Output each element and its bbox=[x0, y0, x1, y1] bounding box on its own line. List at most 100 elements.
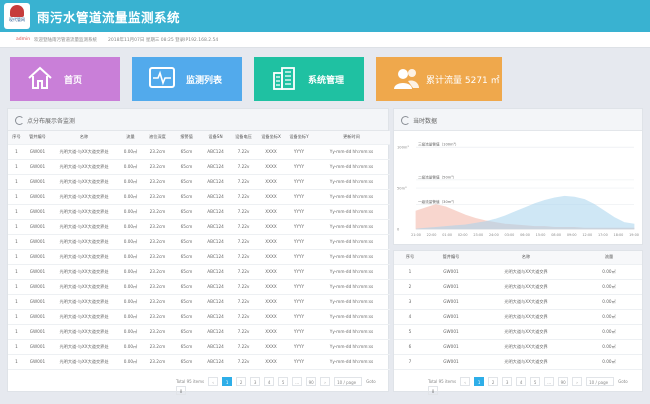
device-table-row[interactable]: 1 GW001 光明大道-与XX大道交界处 0.00㎡ 23.2cm 65cm ABC124… bbox=[8, 309, 390, 325]
recent-flow-table-cell: 光明大道与XX大道交界 bbox=[476, 264, 576, 280]
device-table-cell: ABC124 bbox=[201, 279, 230, 295]
page-size-select[interactable]: 10 / page bbox=[586, 377, 615, 386]
device-table-cell: XXXX bbox=[257, 159, 285, 175]
page-button[interactable]: 4 bbox=[264, 377, 275, 386]
page-button[interactable]: 90 bbox=[558, 377, 569, 386]
recent-flow-table-row[interactable]: 1 GW001 光明大道与XX大道交界 0.00㎡ bbox=[394, 264, 642, 280]
page-button[interactable]: ... bbox=[292, 377, 303, 386]
app-title: 雨污水管道流量监测系统 bbox=[37, 10, 181, 25]
device-table-cell: 7.22v bbox=[230, 249, 257, 265]
goto-page-input[interactable]: 8 bbox=[428, 386, 438, 395]
tile-system-management[interactable]: 系统管理 bbox=[254, 57, 364, 101]
prev-page-button[interactable]: ‹ bbox=[208, 377, 219, 386]
device-table-cell: 0.00㎡ bbox=[118, 174, 143, 190]
device-table-cell: 7.22v bbox=[230, 339, 257, 355]
device-table-cell: YYYY bbox=[285, 189, 313, 205]
device-table-cell: 23.2cm bbox=[143, 234, 172, 250]
x-tick-label: 08:00 bbox=[551, 233, 561, 237]
device-table-cell: 7.22v bbox=[230, 234, 257, 250]
recent-flow-table-row[interactable]: 2 GW001 光明大道与XX大道交界 0.00㎡ bbox=[394, 279, 642, 295]
device-table-cell: ABC124 bbox=[201, 144, 230, 160]
info-bar: admin 欢迎登陆雨污管道流量监测系统 2018年11月07日 星期三 08:… bbox=[0, 32, 650, 48]
recent-flow-table-row[interactable]: 6 GW001 光明大道与XX大道交界 0.00㎡ bbox=[394, 339, 642, 355]
device-table-cell: 23.2cm bbox=[143, 309, 172, 325]
device-table-cell: 7.22v bbox=[230, 174, 257, 190]
recent-flow-table-row[interactable]: 4 GW001 光明大道与XX大道交界 0.00㎡ bbox=[394, 309, 642, 325]
device-table-row[interactable]: 1 GW001 光明大道-与XX大道交界处 0.00㎡ 23.2cm 65cm ABC124… bbox=[8, 144, 390, 160]
page-button[interactable]: 2 bbox=[236, 377, 247, 386]
device-table-row[interactable]: 1 GW001 光明大道-与XX大道交界处 0.00㎡ 23.2cm 65cm ABC124… bbox=[8, 234, 390, 250]
total-items-text: Total 95 items bbox=[428, 379, 457, 384]
x-tick-label: 22:00 bbox=[427, 233, 437, 237]
device-table-cell: GW001 bbox=[25, 309, 50, 325]
building-icon bbox=[273, 67, 295, 90]
device-table-cell: Yy-mm-dd hh:mm:ss bbox=[313, 189, 390, 205]
page-button[interactable]: 3 bbox=[502, 377, 513, 386]
device-table-cell: YYYY bbox=[285, 324, 313, 340]
device-table-column-header: 名称 bbox=[50, 131, 118, 145]
recent-flow-table-row[interactable]: 7 GW001 光明大道与XX大道交界 0.00㎡ bbox=[394, 354, 642, 370]
recent-flow-table-cell: GW001 bbox=[426, 354, 476, 370]
page-size-select[interactable]: 10 / page bbox=[334, 377, 363, 386]
next-page-button[interactable]: › bbox=[572, 377, 583, 386]
device-table-cell: XXXX bbox=[257, 219, 285, 235]
recent-flow-table-header: 序号 管井编号 名称 流量 bbox=[394, 251, 642, 265]
device-table-row[interactable]: 1 GW001 光明大道-与XX大道交界处 0.00㎡ 23.2cm 65cm ABC124… bbox=[8, 249, 390, 265]
device-table-cell: 0.00㎡ bbox=[118, 204, 143, 220]
device-table-row[interactable]: 1 GW001 光明大道-与XX大道交界处 0.00㎡ 23.2cm 65cm ABC124… bbox=[8, 174, 390, 190]
page-button[interactable]: ... bbox=[544, 377, 555, 386]
threshold-label: 三级流量警值（100m³） bbox=[418, 142, 459, 147]
page-button[interactable]: 1 bbox=[222, 377, 233, 386]
device-table-cell: 65cm bbox=[172, 204, 201, 220]
page-button[interactable]: 3 bbox=[250, 377, 261, 386]
device-table-row[interactable]: 1 GW001 光明大道-与XX大道交界处 0.00㎡ 23.2cm 65cm ABC124… bbox=[8, 339, 390, 355]
realtime-data-panel-title: 当时数据 bbox=[413, 118, 438, 125]
x-tick-label: 17:00 bbox=[598, 233, 608, 237]
current-user[interactable]: admin bbox=[16, 37, 30, 42]
recent-flow-table-cell: 3 bbox=[394, 294, 426, 310]
device-table-cell: 光明大道-与XX大道交界处 bbox=[50, 189, 118, 205]
device-table-row[interactable]: 1 GW001 光明大道-与XX大道交界处 0.00㎡ 23.2cm 65cm ABC124… bbox=[8, 219, 390, 235]
device-table-row[interactable]: 1 GW001 光明大道-与XX大道交界处 0.00㎡ 23.2cm 65cm ABC124… bbox=[8, 189, 390, 205]
device-table-row[interactable]: 1 GW001 光明大道-与XX大道交界处 0.00㎡ 23.2cm 65cm ABC124… bbox=[8, 204, 390, 220]
device-table-cell: 65cm bbox=[172, 264, 201, 280]
device-table-cell: XXXX bbox=[257, 174, 285, 190]
device-table-cell: ABC124 bbox=[201, 219, 230, 235]
threshold-label: 二级流量警值（50m³） bbox=[418, 174, 456, 179]
page-button[interactable]: 4 bbox=[516, 377, 527, 386]
device-table-row[interactable]: 1 GW001 光明大道-与XX大道交界处 0.00㎡ 23.2cm 65cm ABC124… bbox=[8, 279, 390, 295]
device-table-cell: 1 bbox=[8, 219, 25, 235]
page-button[interactable]: 90 bbox=[306, 377, 317, 386]
device-table-cell: ABC124 bbox=[201, 159, 230, 175]
device-table-row[interactable]: 1 GW001 光明大道-与XX大道交界处 0.00㎡ 23.2cm 65cm ABC124… bbox=[8, 354, 390, 370]
recent-flow-table-row[interactable]: 3 GW001 光明大道与XX大道交界 0.00㎡ bbox=[394, 294, 642, 310]
device-table-row[interactable]: 1 GW001 光明大道-与XX大道交界处 0.00㎡ 23.2cm 65cm ABC124… bbox=[8, 294, 390, 310]
recent-flow-table-row[interactable]: 5 GW001 光明大道与XX大道交界 0.00㎡ bbox=[394, 324, 642, 340]
device-table-cell: GW001 bbox=[25, 144, 50, 160]
goto-page-input[interactable]: 8 bbox=[176, 386, 186, 395]
device-table-cell: 1 bbox=[8, 159, 25, 175]
page-button[interactable]: 2 bbox=[488, 377, 499, 386]
device-table-row[interactable]: 1 GW001 光明大道-与XX大道交界处 0.00㎡ 23.2cm 65cm ABC124… bbox=[8, 324, 390, 340]
page-button[interactable]: 1 bbox=[474, 377, 485, 386]
device-list-panel: 点分布展示各监测 序号 管井编号 名称 流量 液位深度 报警值 设备SN 设备电压 设备坐标X 设… bbox=[7, 108, 390, 395]
tile-home[interactable]: 首页 bbox=[10, 57, 120, 101]
device-table-row[interactable]: 1 GW001 光明大道-与XX大道交界处 0.00㎡ 23.2cm 65cm ABC124… bbox=[8, 159, 390, 175]
device-table-cell: Yy-mm-dd hh:mm:ss bbox=[313, 249, 390, 265]
device-table-row[interactable]: 1 GW001 光明大道-与XX大道交界处 0.00㎡ 23.2cm 65cm ABC124… bbox=[8, 264, 390, 280]
next-page-button[interactable]: › bbox=[320, 377, 331, 386]
device-table-cell: 23.2cm bbox=[143, 339, 172, 355]
tile-monitor-list[interactable]: 监测列表 bbox=[132, 57, 242, 101]
device-table-cell: 1 bbox=[8, 249, 25, 265]
prev-page-button[interactable]: ‹ bbox=[460, 377, 471, 386]
recent-flow-table-column-header: 名称 bbox=[476, 251, 576, 265]
device-table-column-header: 管井编号 bbox=[25, 131, 50, 145]
x-tick-label: 21:00 bbox=[411, 233, 421, 237]
page-button[interactable]: 5 bbox=[278, 377, 289, 386]
page-button[interactable]: 5 bbox=[530, 377, 541, 386]
device-table-cell: ABC124 bbox=[201, 249, 230, 265]
device-table-cell: XXXX bbox=[257, 234, 285, 250]
device-table-cell: 光明大道-与XX大道交界处 bbox=[50, 174, 118, 190]
device-table-cell: 1 bbox=[8, 279, 25, 295]
tile-cumulative-flow[interactable]: 累计流量 5271 ㎡ bbox=[376, 57, 502, 101]
